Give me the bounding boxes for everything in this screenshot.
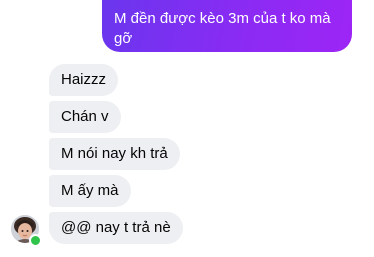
incoming-message-bubble[interactable]: Haizzz (49, 64, 119, 96)
incoming-message-bubble[interactable]: @@ nay t trả nè (49, 212, 183, 244)
message-thread: M đền được kèo 3m của t ko mà gỡ Haizzz … (0, 0, 374, 257)
online-status-dot (29, 234, 42, 247)
incoming-message-bubble[interactable]: Chán v (49, 101, 121, 133)
incoming-message-bubble[interactable]: M ấy mà (49, 175, 131, 207)
outgoing-message-bubble[interactable]: M đền được kèo 3m của t ko mà gỡ (102, 0, 352, 52)
incoming-message-bubble[interactable]: M nói nay kh trả (49, 138, 180, 170)
